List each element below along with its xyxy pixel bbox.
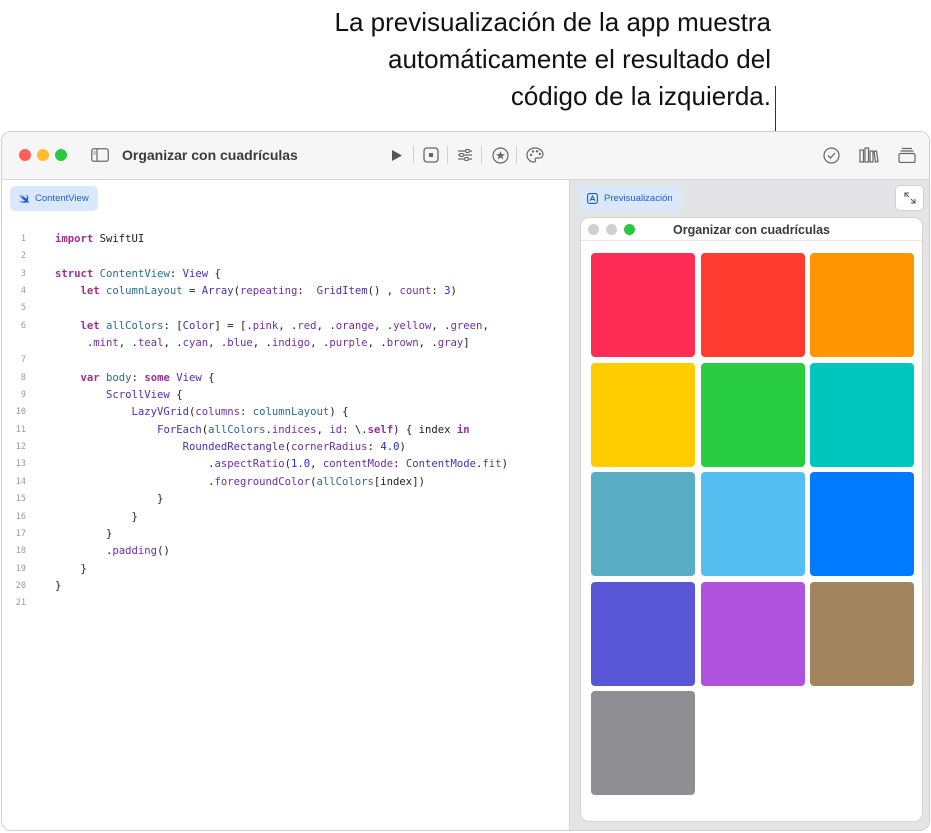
sidebar-toggle-icon[interactable] [89,144,111,166]
color-swatch-cyan [700,472,805,576]
color-swatch-teal [591,472,695,576]
settings-sliders-icon[interactable] [454,144,476,166]
color-swatch-indigo [591,581,695,686]
toolbar-separator [516,146,517,164]
source-code[interactable]: 1 import SwiftUI 2 3 struct ContentView: V… [2,231,569,613]
zoom-window-button[interactable] [55,149,67,161]
window-title: Organizar con cuadrículas [122,147,298,163]
tab-contentview[interactable]: ContentView [10,186,98,211]
close-window-button[interactable] [19,149,31,161]
code-line: 6 let allColors: [Color] = [.pink, .red,… [20,319,489,332]
code-line: .mint, .teal, .cyan, .blue, .indigo, .pu… [55,337,470,350]
swift-icon [19,194,29,204]
code-line: 14 .foregroundColor(allColors[index]) [15,475,425,488]
color-swatch-purple [700,581,805,686]
toolbar: Organizar con cuadrículas [2,132,929,180]
color-swatch-green [700,362,805,467]
tab-preview[interactable]: Previsualización [579,186,681,211]
color-swatch-mint [810,362,914,467]
toolbar-separator [447,146,448,164]
stop-icon[interactable] [420,144,442,166]
code-line: 2 [20,251,26,262]
code-line: 19 } [15,562,87,575]
preview-pane: Previsualización Organizar con cuadrícul… [569,180,929,830]
color-swatch-brown [810,581,914,686]
color-swatch-red [700,253,805,357]
callout-line-1: La previsualización de la app muestra [334,7,771,37]
code-line: 17 } [15,527,113,540]
callout-text: La previsualización de la app muestra au… [211,4,771,115]
star-icon[interactable] [489,144,511,166]
app-preview-icon [587,193,598,204]
callout-line-2: automáticamente el resultado del [387,44,771,74]
color-swatch-pink [591,253,695,357]
minimize-window-button[interactable] [37,149,49,161]
color-swatch-gray [591,691,695,795]
code-line: 8 var body: some View { [20,371,215,384]
code-line: 7 [20,355,26,366]
code-line: 4 let columnLayout = Array(repeating: Gr… [20,285,457,298]
expand-preview-button[interactable] [895,185,924,211]
app-preview-window: Organizar con cuadrículas [580,217,923,822]
code-line: 13 .aspectRatio(1.0, contentMode: Conten… [15,458,508,471]
code-line: 12 RoundedRectangle(cornerRadius: 4.0) [15,441,406,454]
code-line: 18 .padding() [15,545,170,558]
code-line: 1 import SwiftUI [20,233,145,245]
run-icon[interactable] [386,144,408,166]
expand-arrows-icon [903,192,916,204]
toolbar-separator [413,146,414,164]
tab-preview-label: Previsualización [604,193,673,204]
checkmark-circle-icon[interactable] [820,144,842,166]
code-editor[interactable]: ContentView 1 import SwiftUI 2 3 struct Co… [2,180,569,830]
palette-icon[interactable] [524,144,546,166]
code-line: 9 ScrollView { [20,389,183,402]
code-line: 15 } [15,493,164,506]
code-line: 3 struct ContentView: View { [20,267,221,280]
color-swatch-blue [810,472,914,576]
inspector-stack-icon[interactable] [896,144,918,166]
code-line: 16 } [15,510,138,523]
playgrounds-window: Organizar con cuadrículas ContentView 1 … [1,131,930,831]
color-swatch-yellow [591,362,695,467]
app-window-title: Organizar con cuadrículas [673,223,830,237]
library-icon[interactable] [858,144,880,166]
color-swatch-orange [810,253,914,357]
code-line: 11 ForEach(allColors.indices, id: \.self… [15,423,470,436]
callout-line-3: código de la izquierda. [510,81,771,111]
code-line: 21 [15,598,26,609]
app-titlebar: Organizar con cuadrículas [581,218,922,241]
code-line: 10 LazyVGrid(columns: columnLayout) { [15,406,349,419]
code-line: 5 [20,303,26,314]
toolbar-separator [481,146,482,164]
tab-contentview-label: ContentView [35,193,89,204]
code-line: 20} [15,579,62,592]
